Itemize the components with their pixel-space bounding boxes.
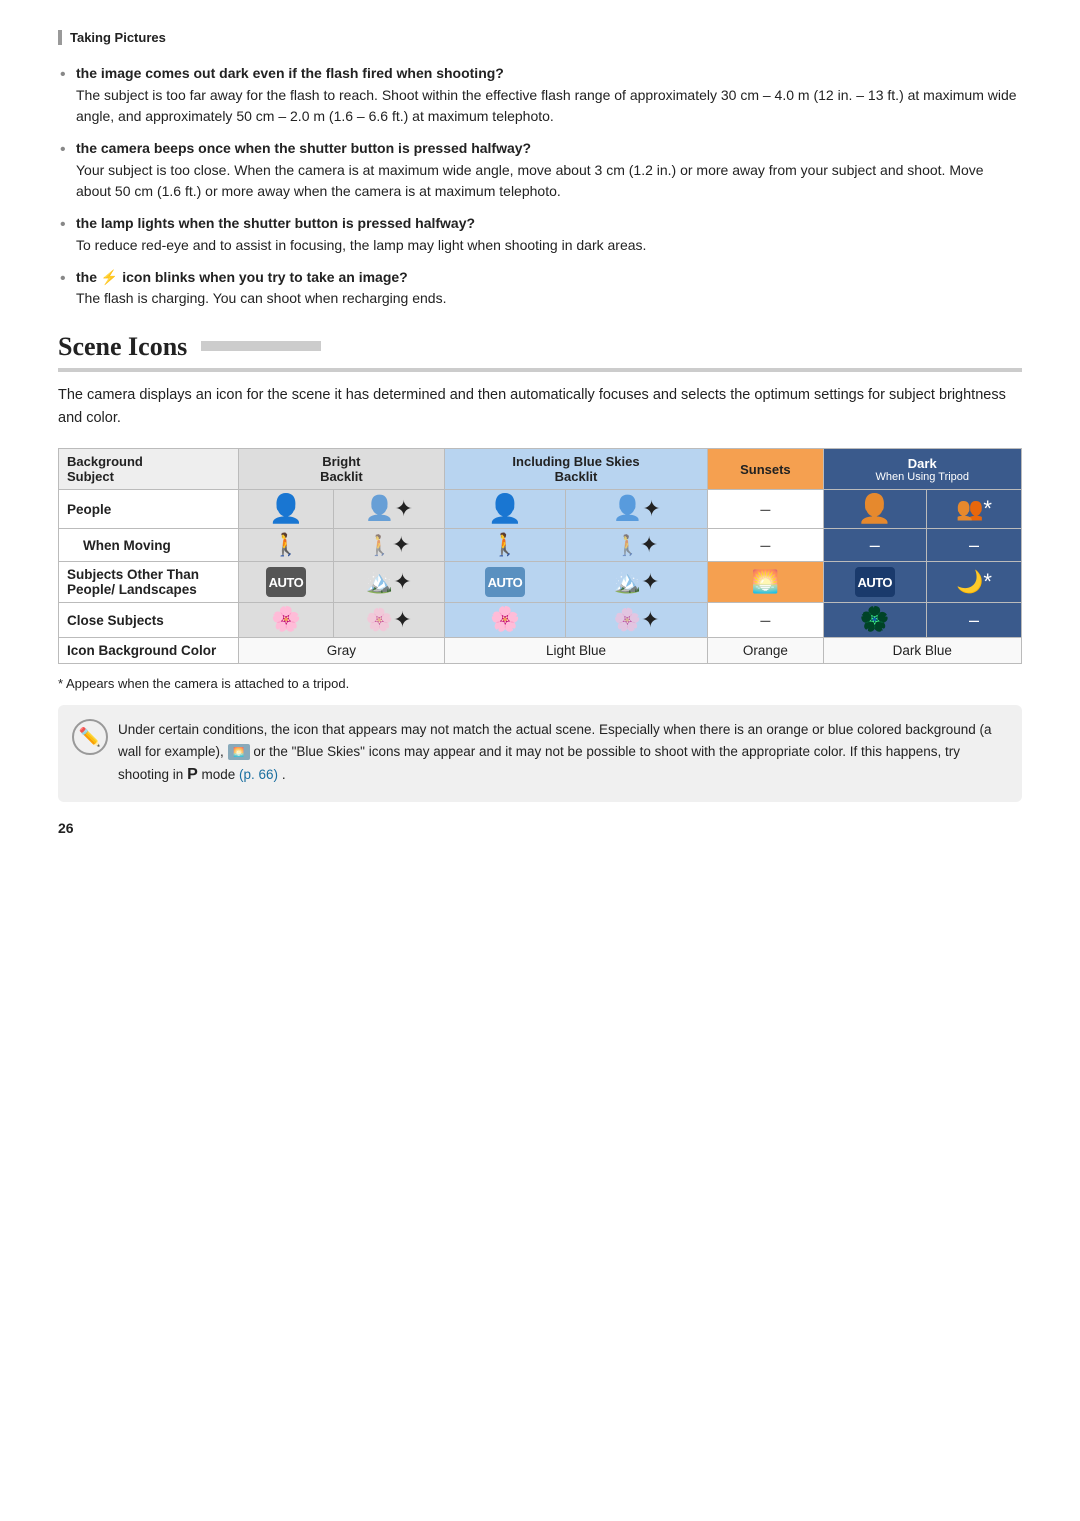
blueskies-main: Including Blue Skies <box>449 454 703 469</box>
moving-bright-icon: 🚶 <box>239 529 334 562</box>
p-mode-label: P <box>187 766 198 783</box>
moving-dark-dash: – <box>823 529 926 562</box>
section-header: Taking Pictures <box>58 30 1022 45</box>
icon-bg-color-label: Icon Background Color <box>59 638 239 664</box>
landscapes-label: Subjects Other Than People/ Landscapes <box>59 562 239 603</box>
people-dark-tripod-icon: 👥* <box>926 490 1021 529</box>
blueskies-sub: Backlit <box>449 469 703 484</box>
bright-sub: Backlit <box>243 469 440 484</box>
landscapes-lb-icon: AUTO <box>444 562 565 603</box>
when-moving-label: When Moving <box>59 529 239 562</box>
people-dark-icon: 👤 <box>823 490 926 529</box>
landscapes-bright-icon: AUTO <box>239 562 334 603</box>
bullet-text-1: The subject is too far away for the flas… <box>76 85 1022 128</box>
note-text-after: mode <box>202 767 240 782</box>
bullet-text-3: To reduce red-eye and to assist in focus… <box>76 235 1022 257</box>
bright-header: Bright Backlit <box>239 449 445 490</box>
list-item: the camera beeps once when the shutter b… <box>58 138 1022 203</box>
when-moving-row: When Moving 🚶 🚶✦ 🚶 🚶✦ – – – <box>59 529 1022 562</box>
landscapes-dark-icon: AUTO <box>823 562 926 603</box>
moving-sunset-dash: – <box>708 529 823 562</box>
background-label: Background <box>67 454 143 469</box>
close-dark-tripod-dash: – <box>926 603 1021 638</box>
landscapes-dark-tripod-icon: 🌙* <box>926 562 1021 603</box>
people-row: People 👤 👤✦ 👤 👤✦ – 👤 <box>59 490 1022 529</box>
bullet-bold-3: the lamp lights when the shutter button … <box>76 215 475 231</box>
blueskies-header: Including Blue Skies Backlit <box>444 449 707 490</box>
title-bar-decoration <box>201 341 321 351</box>
people-lb-backlit-icon: 👤✦ <box>566 490 708 529</box>
landscapes-lb-bl-icon: 🏔️✦ <box>566 562 708 603</box>
note-link[interactable]: (p. 66) <box>239 767 278 782</box>
color-darkblue: Dark Blue <box>823 638 1021 664</box>
bullet-bold-4: the ⚡ icon blinks when you try to take a… <box>76 269 408 285</box>
landscape-inline-icon: 🌅 <box>228 744 250 760</box>
landscapes-sunset-icon: 🌅 <box>708 562 823 603</box>
landscapes-bright-bl-icon: 🏔️✦ <box>333 562 444 603</box>
note-box: ✏️ Under certain conditions, the icon th… <box>58 705 1022 802</box>
close-lb-bl-icon: 🌸✦ <box>566 603 708 638</box>
people-label: People <box>59 490 239 529</box>
section-title-text: Scene Icons <box>58 332 187 362</box>
people-lb-icon: 👤 <box>444 490 565 529</box>
moving-bright-bl-icon: 🚶✦ <box>333 529 444 562</box>
auto-gray-icon: AUTO <box>266 567 306 597</box>
people-bright-icon: 👤 <box>239 490 334 529</box>
note-text-period: . <box>282 767 286 782</box>
list-item: the image comes out dark even if the fla… <box>58 63 1022 128</box>
bullet-bold-2: the camera beeps once when the shutter b… <box>76 140 531 156</box>
sunsets-label: Sunsets <box>712 462 818 477</box>
moving-lb-bl-icon: 🚶✦ <box>566 529 708 562</box>
color-orange: Orange <box>708 638 823 664</box>
people-bright-backlit-icon: 👤✦ <box>333 490 444 529</box>
scene-icons-title: Scene Icons <box>58 332 1022 372</box>
close-dark-icon: 🌸 <box>823 603 926 638</box>
dark-sub: When Using Tripod <box>828 471 1017 483</box>
close-bright-icon: 🌸 <box>239 603 334 638</box>
people-sunset-dash: – <box>708 490 823 529</box>
header-title: Taking Pictures <box>70 30 166 45</box>
auto-db-icon: AUTO <box>855 567 895 597</box>
subject-label: Subject <box>67 469 114 484</box>
bullet-text-2: Your subject is too close. When the came… <box>76 160 1022 203</box>
color-row: Icon Background Color Gray Light Blue Or… <box>59 638 1022 664</box>
bright-main: Bright <box>243 454 440 469</box>
color-gray: Gray <box>239 638 445 664</box>
close-bright-bl-icon: 🌸✦ <box>333 603 444 638</box>
list-item: the ⚡ icon blinks when you try to take a… <box>58 267 1022 310</box>
troubleshooting-list: the image comes out dark even if the fla… <box>58 63 1022 310</box>
close-subjects-label: Close Subjects <box>59 603 239 638</box>
scene-icons-table: Background Subject Bright Backlit Includ… <box>58 448 1022 664</box>
bullet-text-4: The flash is charging. You can shoot whe… <box>76 288 1022 310</box>
page-number: 26 <box>58 820 1022 836</box>
sunsets-header: Sunsets <box>708 449 823 490</box>
footnote-text: * Appears when the camera is attached to… <box>58 676 1022 691</box>
auto-lb-icon: AUTO <box>485 567 525 597</box>
scene-intro-text: The camera displays an icon for the scen… <box>58 384 1022 430</box>
close-subjects-row: Close Subjects 🌸 🌸✦ 🌸 🌸✦ – 🌸 – <box>59 603 1022 638</box>
dark-header: Dark When Using Tripod <box>823 449 1021 490</box>
list-item: the lamp lights when the shutter button … <box>58 213 1022 256</box>
moving-dark-tripod-dash: – <box>926 529 1021 562</box>
moving-lb-icon: 🚶 <box>444 529 565 562</box>
close-sunset-dash: – <box>708 603 823 638</box>
close-lb-icon: 🌸 <box>444 603 565 638</box>
bullet-bold-1: the image comes out dark even if the fla… <box>76 65 504 81</box>
color-lightblue: Light Blue <box>444 638 707 664</box>
landscapes-row: Subjects Other Than People/ Landscapes A… <box>59 562 1022 603</box>
dark-main: Dark <box>828 456 1017 471</box>
bg-subject-header: Background Subject <box>59 449 239 490</box>
note-icon: ✏️ <box>72 719 108 755</box>
